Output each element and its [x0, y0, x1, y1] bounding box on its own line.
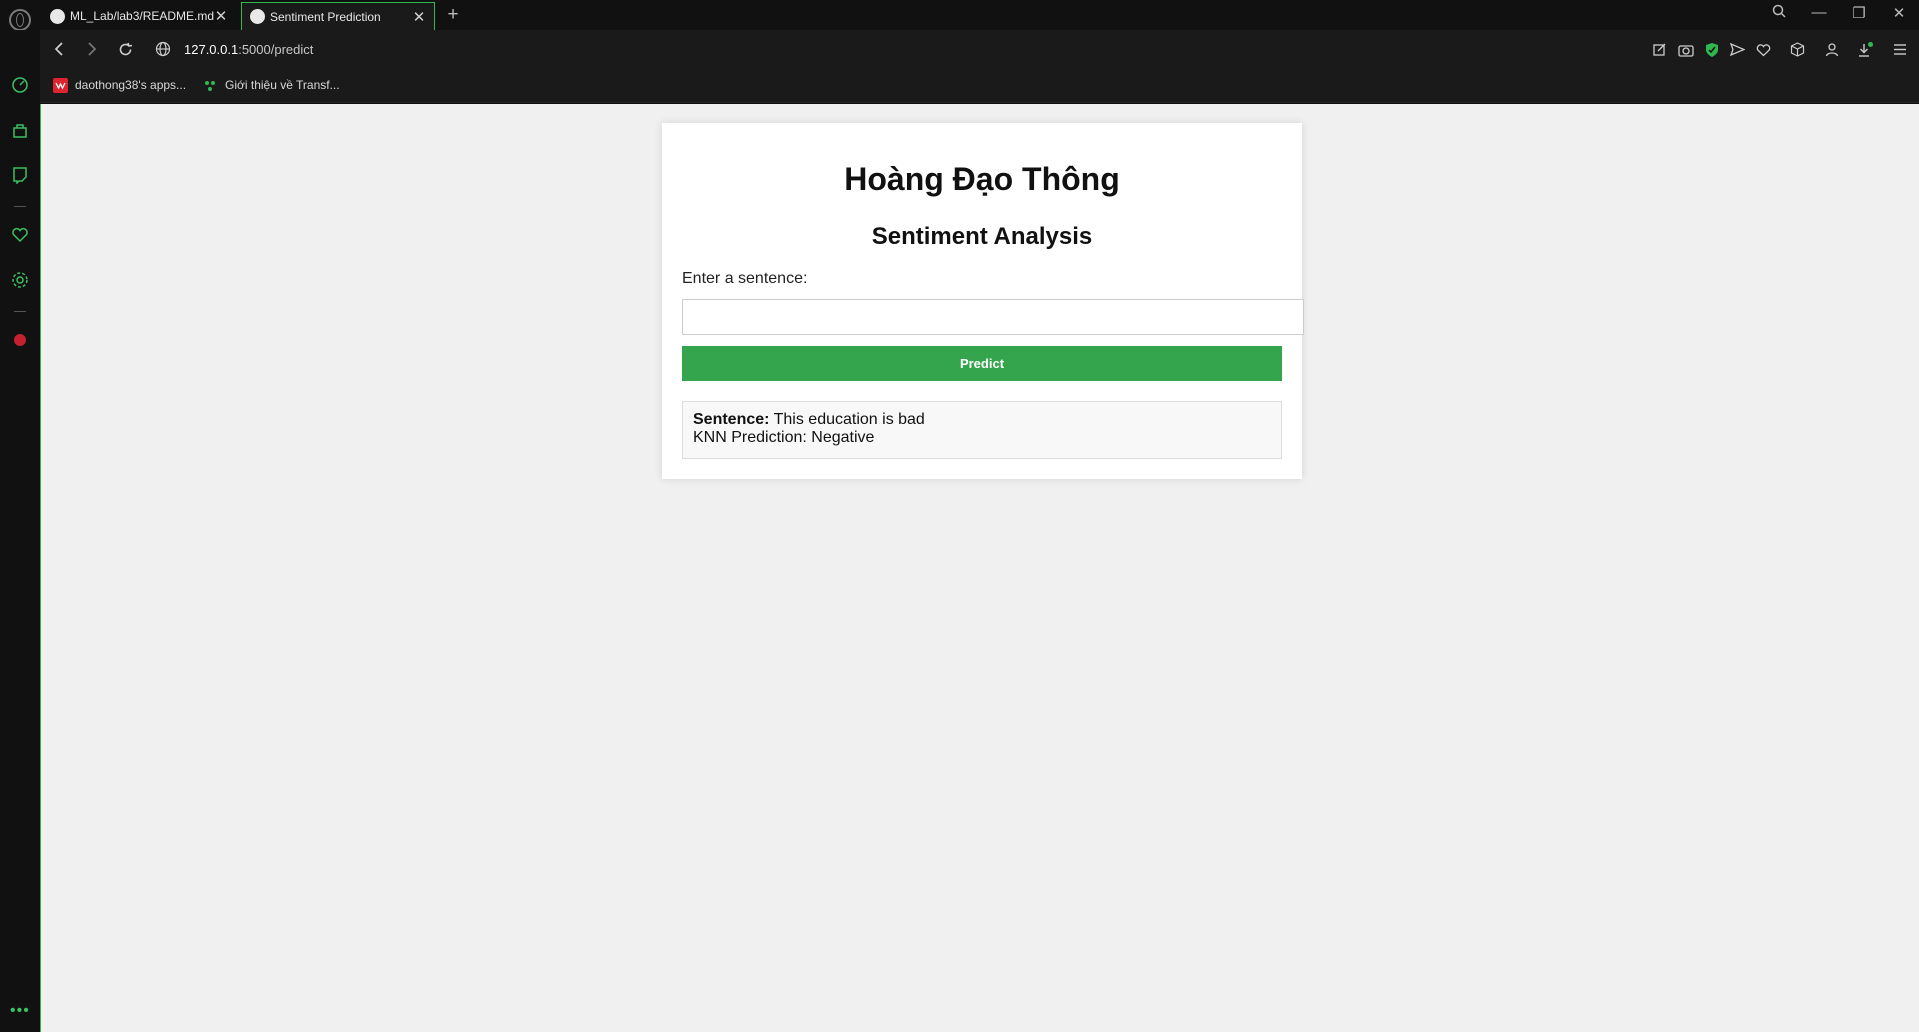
gear-icon[interactable] [10, 270, 30, 290]
page-title: Hoàng Đạo Thông [844, 161, 1120, 197]
back-icon[interactable] [49, 39, 69, 59]
tab-sentiment-prediction[interactable]: Sentiment Prediction ✕ [241, 2, 435, 30]
tab-strip: ML_Lab/lab3/README.md ✕ Sentiment Predic… [0, 0, 1919, 31]
sentence-label: Enter a sentence: [682, 270, 808, 287]
sentiment-card: Hoàng Đạo Thông Sentiment Analysis Enter… [662, 123, 1304, 479]
search-icon[interactable] [1769, 4, 1789, 22]
result-sentence-line: Sentence: This education is bad [693, 411, 1271, 429]
result-sentence-label: Sentence: [693, 411, 770, 428]
more-options-icon[interactable]: ••• [10, 1002, 30, 1020]
predict-button[interactable]: Predict [682, 346, 1282, 381]
bookmarks-bar: daothong38's apps... Giới thiệu về Trans… [40, 68, 1919, 103]
tab-label: Sentiment Prediction [270, 9, 381, 24]
prediction-result: Sentence: This education is bad KNN Pred… [682, 401, 1282, 459]
page-subtitle: Sentiment Analysis [871, 223, 1093, 250]
minimize-icon[interactable]: — [1809, 4, 1829, 21]
new-tab-icon[interactable]: + [443, 4, 463, 26]
close-icon[interactable]: ✕ [412, 8, 426, 26]
result-prediction: KNN Prediction: Negative [693, 429, 875, 446]
reload-icon[interactable] [115, 39, 135, 59]
address-bar[interactable]: 127.0.0.1:5000/predict [155, 36, 1055, 62]
sidebar: ••• [0, 30, 40, 1032]
result-sentence-value: This education is bad [773, 411, 925, 428]
app-icon [53, 77, 68, 93]
close-icon[interactable]: ✕ [214, 7, 228, 25]
site-info-globe-icon[interactable] [155, 41, 171, 57]
profile-icon[interactable] [1823, 41, 1840, 58]
window-close-icon[interactable]: ✕ [1889, 4, 1909, 22]
url-host: 127.0.0.1 [184, 41, 239, 57]
url-path: :5000/predict [238, 41, 314, 57]
bookmark-label: Giới thiệu về Transf... [225, 78, 340, 92]
sentence-input[interactable] [682, 299, 1304, 335]
heart-bookmark-icon[interactable] [1755, 41, 1772, 58]
twitch-icon[interactable] [10, 165, 30, 185]
cube-icon[interactable] [1789, 41, 1806, 58]
download-icon[interactable] [1856, 41, 1873, 58]
tab-label: ML_Lab/lab3/README.md [70, 9, 214, 23]
sidebar-divider [14, 206, 26, 207]
heart-icon[interactable] [10, 225, 30, 245]
bookmark-item[interactable]: Giới thiệu về Transf... [203, 76, 340, 94]
address-toolbar: 127.0.0.1:5000/predict [40, 30, 1919, 68]
globe-icon [250, 9, 265, 24]
shopping-icon[interactable] [10, 120, 30, 140]
sidebar-divider [14, 311, 26, 312]
site-icon [205, 80, 215, 91]
tab-readme[interactable]: ML_Lab/lab3/README.md ✕ [42, 2, 236, 30]
restore-icon[interactable]: ❐ [1849, 4, 1869, 22]
speed-dial-icon[interactable] [10, 75, 30, 95]
send-icon[interactable] [1729, 41, 1746, 58]
easy-setup-menu-icon[interactable] [1891, 41, 1908, 58]
camera-icon[interactable] [1677, 41, 1694, 58]
github-icon [50, 8, 65, 24]
edit-icon[interactable] [1651, 41, 1668, 58]
ublock-icon[interactable] [10, 330, 30, 350]
bookmark-label: daothong38's apps... [75, 78, 187, 92]
forward-icon[interactable] [82, 39, 102, 59]
page-viewport: Hoàng Đạo Thông Sentiment Analysis Enter… [40, 104, 1919, 1032]
shield-icon[interactable] [1703, 41, 1720, 58]
opera-logo-icon[interactable] [9, 9, 31, 31]
bookmark-item[interactable]: daothong38's apps... [53, 76, 186, 94]
